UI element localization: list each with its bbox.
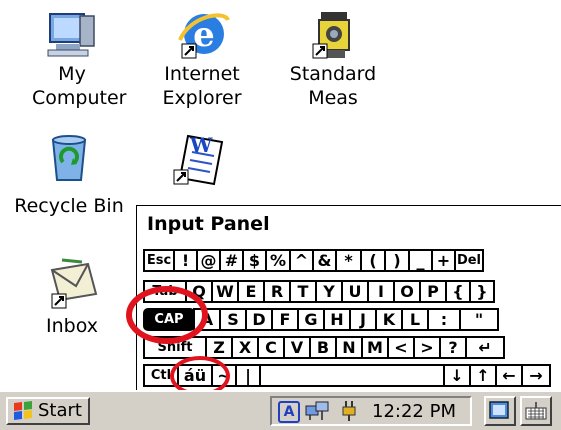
key-a[interactable]: A <box>193 308 221 331</box>
key-k[interactable]: K <box>375 308 403 331</box>
windows-flag-icon <box>14 401 32 420</box>
key-lbrace[interactable]: { <box>445 280 471 303</box>
key-intl-chars[interactable]: áü <box>177 364 213 387</box>
key-c[interactable]: C <box>257 336 285 359</box>
key-p[interactable]: P <box>419 280 447 303</box>
recycle-bin-label: Recycle Bin <box>14 195 124 217</box>
key-dollar[interactable]: $ <box>242 249 267 272</box>
key-del[interactable]: Del <box>454 249 484 272</box>
key-i[interactable]: I <box>367 280 395 303</box>
key-l[interactable]: L <box>401 308 429 331</box>
key-arrow-right[interactable]: → <box>521 364 551 387</box>
key-n[interactable]: N <box>335 336 363 359</box>
key-y[interactable]: Y <box>315 280 343 303</box>
input-panel-title: Input Panel <box>147 213 270 235</box>
key-z[interactable]: Z <box>205 336 233 359</box>
inbox-item[interactable]: Inbox <box>30 256 114 338</box>
input-method-indicator[interactable]: A <box>278 401 300 423</box>
key-q[interactable]: Q <box>185 280 213 303</box>
key-o[interactable]: O <box>393 280 421 303</box>
key-percent[interactable]: % <box>265 249 291 272</box>
wordpad-item[interactable]: W <box>165 132 235 188</box>
standard-meas-label-2: Meas <box>308 87 358 109</box>
taskbar: Start A 12:22 PM <box>0 390 561 430</box>
recycle-bin-icon <box>51 135 87 181</box>
key-shift[interactable]: Shift <box>143 336 207 359</box>
recycle-bin-item[interactable]: Recycle Bin <box>14 134 124 218</box>
key-e[interactable]: E <box>237 280 265 303</box>
key-at[interactable]: @ <box>196 249 221 272</box>
system-tray: A 12:22 PM <box>270 396 472 426</box>
key-t[interactable]: T <box>289 280 317 303</box>
key-u[interactable]: U <box>341 280 369 303</box>
clock[interactable]: 12:22 PM <box>372 400 456 424</box>
key-hash[interactable]: # <box>219 249 244 272</box>
inbox-envelope-icon <box>50 258 98 309</box>
key-h[interactable]: H <box>323 308 351 331</box>
key-underscore[interactable]: _ <box>408 249 433 272</box>
my-computer-icon-item[interactable]: My Computer <box>32 10 127 110</box>
my-computer-icon <box>47 13 95 57</box>
total-station-icon <box>312 12 350 59</box>
key-g[interactable]: G <box>297 308 325 331</box>
key-greater-than[interactable]: > <box>413 336 441 359</box>
key-enter[interactable]: ↵ <box>465 336 505 359</box>
key-v[interactable]: V <box>283 336 311 359</box>
key-tab[interactable]: Tab <box>143 280 187 303</box>
key-less-than[interactable]: < <box>387 336 415 359</box>
key-pipe[interactable]: | <box>235 364 261 387</box>
key-caps[interactable]: CAP <box>143 308 195 331</box>
key-caret[interactable]: ^ <box>289 249 314 272</box>
key-arrow-down[interactable]: ↓ <box>443 364 471 387</box>
show-desktop-icon <box>489 401 509 419</box>
key-plus[interactable]: + <box>431 249 456 272</box>
standard-meas-item[interactable]: Standard Meas <box>283 10 383 110</box>
standard-meas-label-1: Standard <box>289 63 377 85</box>
start-button[interactable]: Start <box>6 397 90 425</box>
key-m[interactable]: M <box>361 336 389 359</box>
network-icon[interactable] <box>304 400 330 422</box>
key-quote[interactable]: " <box>459 308 499 331</box>
key-rparen[interactable]: ) <box>384 249 410 272</box>
key-space[interactable] <box>259 364 445 387</box>
key-rbrace[interactable]: } <box>469 280 495 303</box>
start-label: Start <box>38 400 82 421</box>
keyboard-icon <box>525 402 547 420</box>
key-esc[interactable]: Esc <box>143 249 175 272</box>
key-tilde[interactable]: ~ <box>211 364 237 387</box>
key-question[interactable]: ? <box>439 336 467 359</box>
internet-explorer-label-1: Internet <box>164 63 240 85</box>
key-ctrl[interactable]: Ctl <box>143 364 179 387</box>
key-d[interactable]: D <box>245 308 273 331</box>
internet-explorer-label-2: Explorer <box>162 87 242 109</box>
key-b[interactable]: B <box>309 336 337 359</box>
power-plug-icon[interactable] <box>338 399 360 423</box>
key-f[interactable]: F <box>271 308 299 331</box>
internet-explorer-item[interactable]: e Internet Explorer <box>154 10 250 110</box>
desktop-toggle-button[interactable] <box>484 396 516 426</box>
key-w[interactable]: W <box>211 280 239 303</box>
key-arrow-left[interactable]: ← <box>495 364 523 387</box>
keyboard-toggle-button[interactable] <box>520 396 552 426</box>
internet-explorer-icon: e <box>178 13 230 59</box>
key-s[interactable]: S <box>219 308 247 331</box>
key-j[interactable]: J <box>349 308 377 331</box>
key-lparen[interactable]: ( <box>360 249 386 272</box>
key-ampersand[interactable]: & <box>312 249 337 272</box>
svg-text:W: W <box>189 133 213 157</box>
key-x[interactable]: X <box>231 336 259 359</box>
my-computer-label-1: My <box>58 63 86 85</box>
key-r[interactable]: R <box>263 280 291 303</box>
key-exclaim[interactable]: ! <box>173 249 198 272</box>
input-panel-window: Input Panel Esc ! @ # $ % ^ & * ( ) _ + … <box>136 205 561 392</box>
wordpad-document-icon: W <box>173 133 224 186</box>
key-colon[interactable]: : <box>427 308 461 331</box>
my-computer-label-2: Computer <box>32 87 127 109</box>
key-arrow-up[interactable]: ↑ <box>469 364 497 387</box>
inbox-label: Inbox <box>46 315 98 337</box>
key-asterisk[interactable]: * <box>335 249 362 272</box>
